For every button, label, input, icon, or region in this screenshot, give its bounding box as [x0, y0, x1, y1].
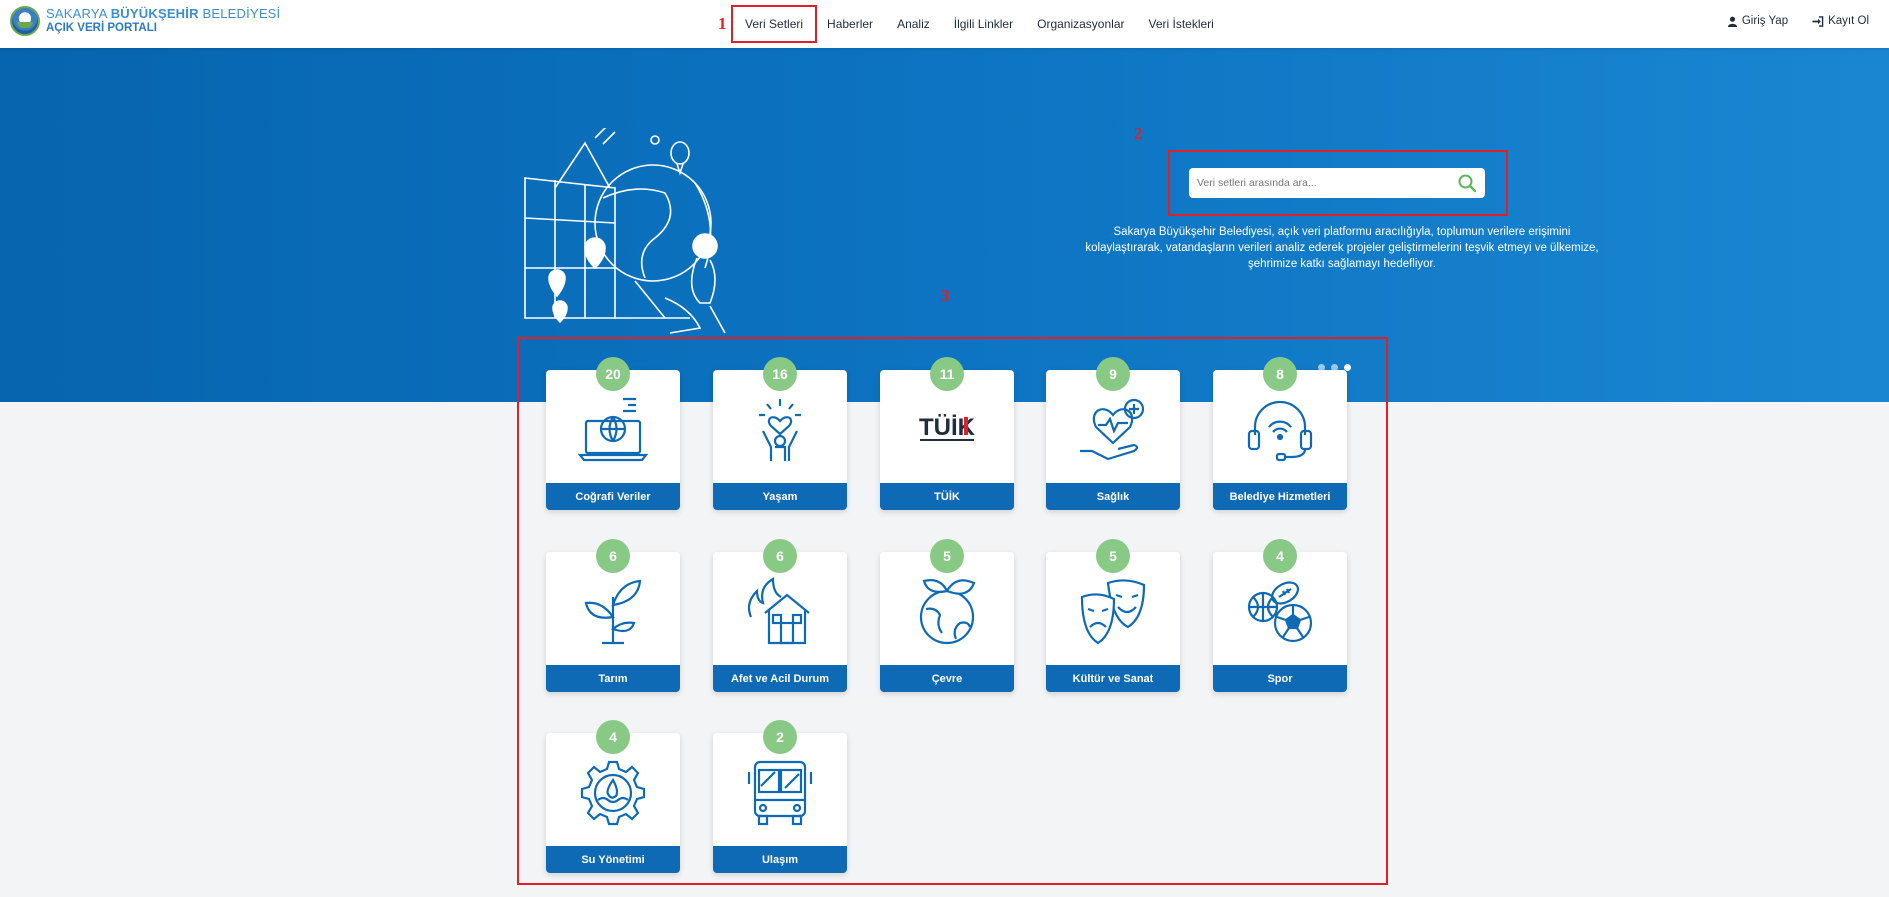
nav-haberler[interactable]: Haberler: [827, 17, 873, 31]
category-label: Belediye Hizmetleri: [1213, 483, 1347, 510]
category-card-spor[interactable]: 4 Spor: [1213, 539, 1347, 692]
count-badge: 6: [763, 539, 797, 573]
hero-description: Sakarya Büyükşehir Belediyesi, açık veri…: [1062, 224, 1622, 272]
sport-balls-icon: [1247, 581, 1313, 643]
count-badge: 2: [763, 720, 797, 754]
hero-illustration-icon: [524, 128, 726, 334]
category-label: Su Yönetimi: [546, 846, 680, 873]
nav-veri-setleri[interactable]: Veri Setleri: [731, 5, 818, 43]
category-card-yasam[interactable]: 16 Yaşam: [713, 357, 847, 510]
category-card-belediye-hizmetleri[interactable]: 8 Belediye Hizmetleri: [1213, 357, 1347, 510]
category-card-saglik[interactable]: 9 Sağlık: [1046, 357, 1180, 510]
category-label: Ulaşım: [713, 846, 847, 873]
hero-text-line1: Sakarya Büyükşehir Belediyesi, açık veri…: [1113, 226, 1571, 238]
auth-links: Giriş Yap Kayıt Ol: [1703, 0, 1869, 42]
register-label: Kayıt Ol: [1828, 15, 1869, 27]
site-logo[interactable]: SAKARYA BÜYÜKŞEHİR BELEDİYESİ AÇIK VERİ …: [10, 6, 280, 36]
logo-line1-prefix: SAKARYA: [46, 6, 111, 21]
annotation-3: 3: [941, 286, 950, 305]
logo-line1: SAKARYA BÜYÜKŞEHİR BELEDİYESİ: [46, 6, 280, 21]
sign-in-icon: [1812, 15, 1824, 27]
person-heart-icon: [759, 399, 801, 461]
count-badge: 4: [596, 720, 630, 754]
category-card-su-yonetimi[interactable]: 4 Su Yönetimi: [546, 720, 680, 873]
logo-line1-suffix: BELEDİYESİ: [198, 6, 281, 21]
register-link[interactable]: Kayıt Ol: [1812, 15, 1869, 27]
laptop-globe-icon: [578, 397, 648, 462]
municipality-emblem-icon: [10, 6, 40, 36]
user-icon: [1727, 16, 1737, 27]
category-label: Çevre: [880, 665, 1014, 692]
category-card-tuik[interactable]: 11 TÜİK TÜİK: [880, 357, 1014, 510]
hero-text-line2: kolaylaştırarak, vatandaşların verileri …: [1085, 242, 1599, 254]
annotation-1: 1: [718, 14, 727, 33]
hand-heart-icon: [1080, 398, 1145, 461]
nav-organizasyonlar[interactable]: Organizasyonlar: [1037, 17, 1124, 31]
category-label: Afet ve Acil Durum: [713, 665, 847, 692]
search-icon[interactable]: [1457, 173, 1477, 193]
count-badge: 5: [930, 539, 964, 573]
count-badge: 6: [596, 539, 630, 573]
category-label: Sağlık: [1046, 483, 1180, 510]
category-label: Tarım: [546, 665, 680, 692]
gear-water-icon: [580, 760, 646, 826]
login-link[interactable]: Giriş Yap: [1727, 15, 1788, 27]
count-badge: 4: [1263, 539, 1297, 573]
count-badge: 20: [596, 357, 630, 391]
logo-line1-bold: BÜYÜKŞEHİR: [110, 6, 199, 21]
category-label: Yaşam: [713, 483, 847, 510]
category-label: Kültür ve Sanat: [1046, 665, 1180, 692]
count-badge: 5: [1096, 539, 1130, 573]
top-header: SAKARYA BÜYÜKŞEHİR BELEDİYESİ AÇIK VERİ …: [0, 0, 1889, 48]
sprout-icon: [584, 579, 642, 645]
annotation-2: 2: [1134, 124, 1143, 143]
nav-analiz[interactable]: Analiz: [897, 17, 930, 31]
logo-line2: AÇIK VERİ PORTALI: [46, 22, 157, 34]
count-badge: 8: [1263, 357, 1297, 391]
tuik-logo-icon: TÜİK: [919, 414, 976, 441]
category-card-tarim[interactable]: 6 Tarım: [546, 539, 680, 692]
category-card-cevre[interactable]: 5 Çevre: [880, 539, 1014, 692]
globe-leaves-icon: [919, 579, 976, 645]
category-card-ulasim[interactable]: 2 Ulaşım: [713, 720, 847, 873]
count-badge: 16: [763, 357, 797, 391]
theater-masks-icon: [1080, 579, 1146, 645]
count-badge: 11: [930, 357, 964, 391]
search-field: [1189, 168, 1485, 198]
search-area: [1168, 150, 1508, 216]
bus-icon: [747, 760, 813, 826]
count-badge: 9: [1096, 357, 1130, 391]
main-nav: Veri Setleri Haberler Analiz İlgili Link…: [731, 0, 1238, 48]
house-fire-icon: [747, 577, 810, 645]
category-label: Coğrafi Veriler: [546, 483, 680, 510]
category-card-kultur-ve-sanat[interactable]: 5 Kültür ve Sanat: [1046, 539, 1180, 692]
category-label: TÜİK: [880, 483, 1014, 510]
headset-icon: [1247, 400, 1313, 462]
hero-text-line3: şehrimize katkı sağlamayı hedefliyor.: [1248, 258, 1436, 270]
login-label: Giriş Yap: [1741, 15, 1789, 27]
search-input[interactable]: [1197, 177, 1447, 189]
nav-ilgili-linkler[interactable]: İlgili Linkler: [954, 17, 1013, 31]
category-card-cografi-veriler[interactable]: 20 Coğrafi Veriler: [546, 357, 680, 510]
category-card-afet-ve-acil-durum[interactable]: 6 Afet ve Acil Durum: [713, 539, 847, 692]
logo-text: SAKARYA BÜYÜKŞEHİR BELEDİYESİ AÇIK VERİ …: [46, 6, 280, 36]
category-label: Spor: [1213, 665, 1347, 692]
nav-veri-istekleri[interactable]: Veri İstekleri: [1148, 17, 1213, 31]
